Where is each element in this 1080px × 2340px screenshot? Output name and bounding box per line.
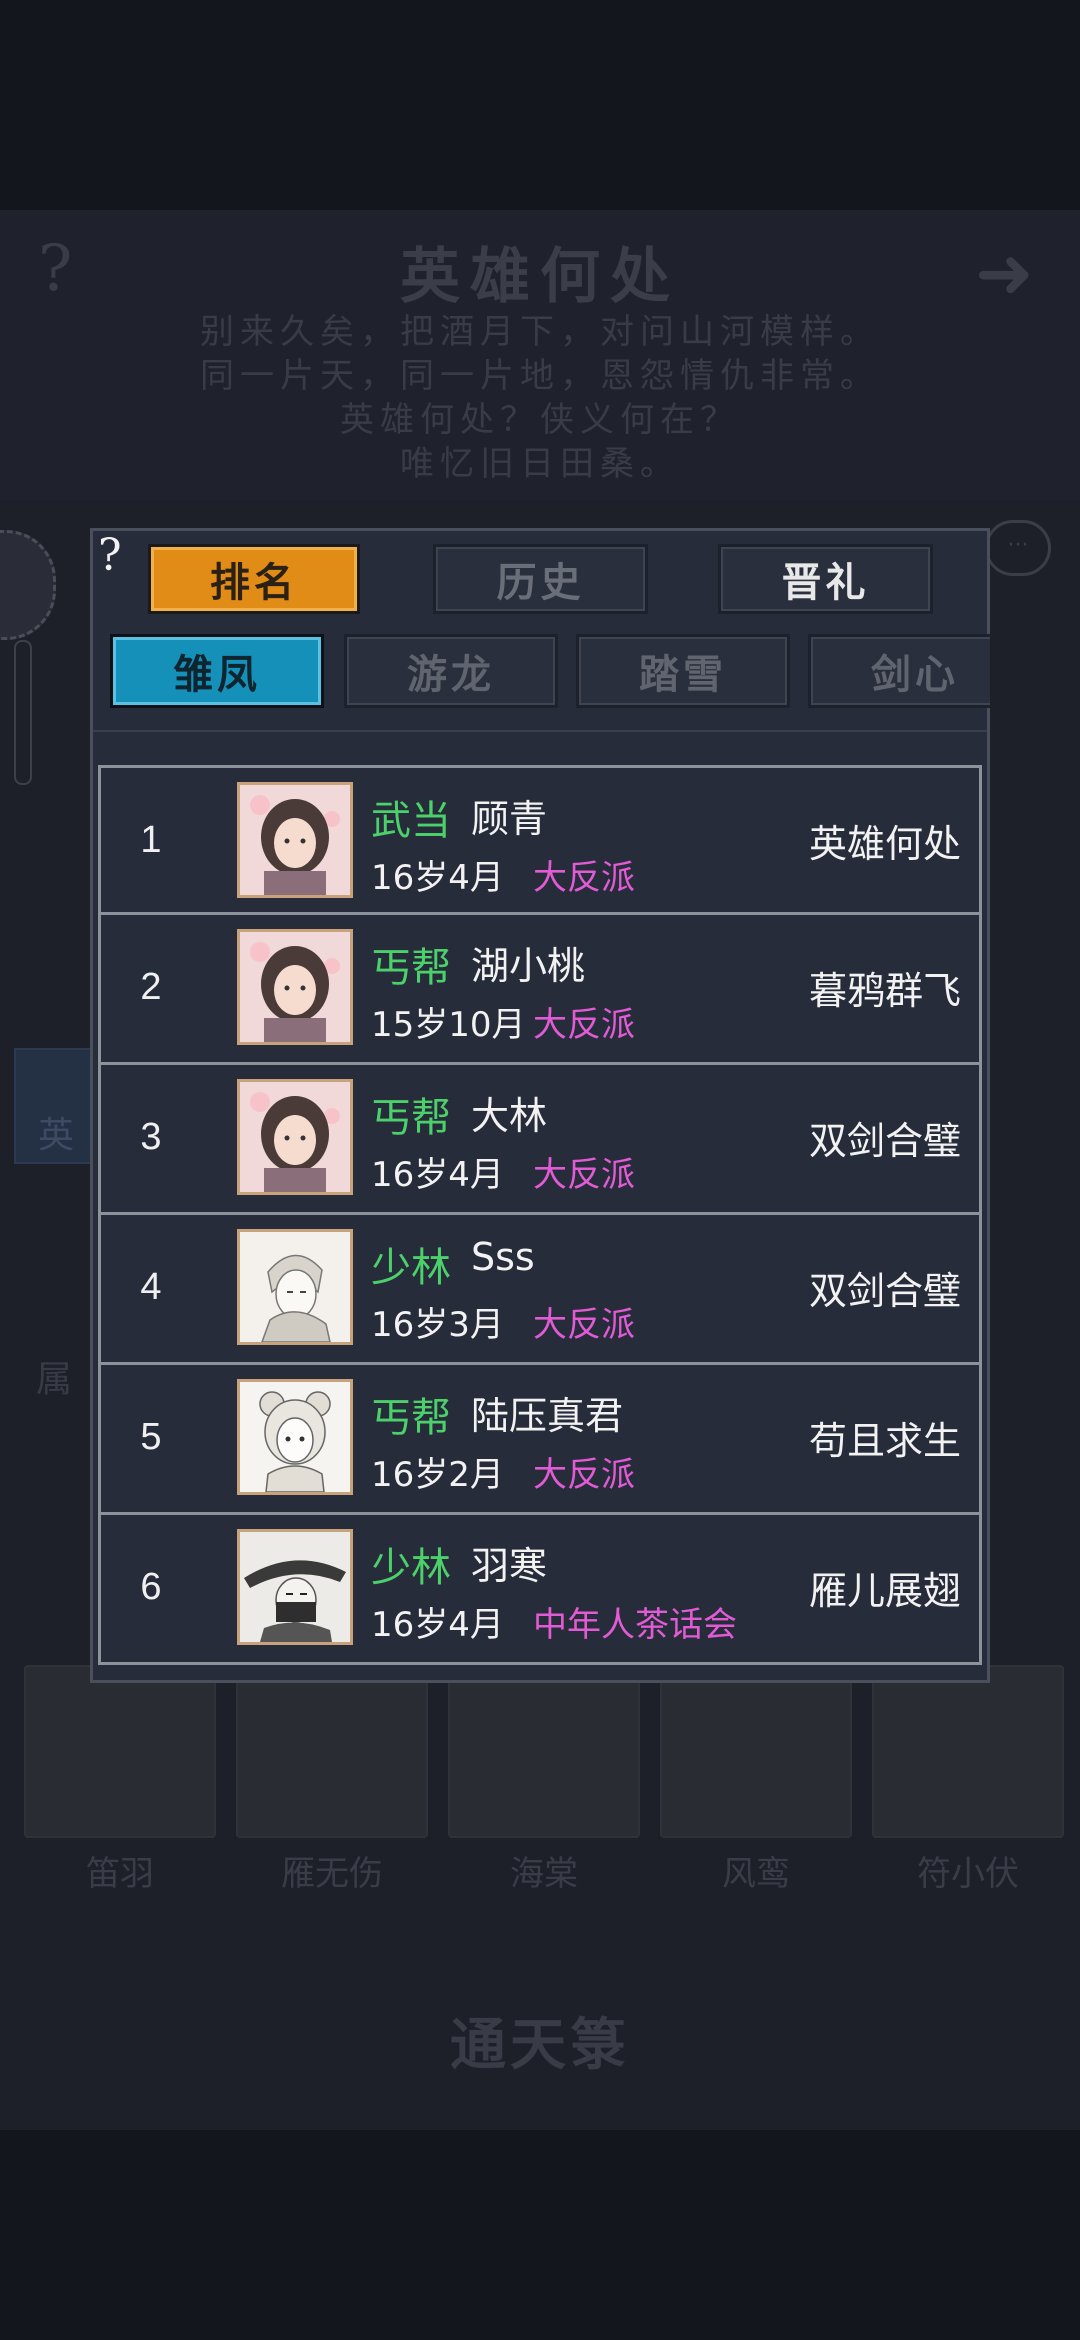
poem-line: 别来久矣，把酒月下，对问山河模样。 (200, 312, 880, 352)
ranking-row[interactable]: 1 武当 顾青 16岁4月 大反派 英雄何处 (98, 765, 982, 915)
player-name: 羽寒 (471, 1544, 548, 1588)
player-age: 16岁4月 (371, 1155, 504, 1195)
sub-tab-4[interactable]: 剑心 (808, 634, 990, 708)
main-tabs: 排名 历史 晋礼 (148, 544, 948, 614)
rank-number: 6 (140, 1565, 162, 1608)
side-scrollbar (14, 640, 32, 785)
player-title: 暮鸦群飞 (808, 968, 961, 1013)
player-age: 16岁4月 (371, 1605, 504, 1645)
sect-label: 丐帮 (371, 945, 451, 991)
bottom-title: 通天箓 (450, 2012, 630, 2078)
ranking-row[interactable]: 2 丐帮 湖小桃 15岁10月 大反派 暮鸦群飞 (98, 915, 982, 1065)
poem-line: 唯忆旧日田桑。 (400, 444, 680, 484)
bottom-bar (0, 2130, 1080, 2340)
chat-bubble-icon: ··· (985, 520, 1051, 576)
faction-label: 大反派 (533, 858, 635, 898)
player-name: 大林 (471, 1094, 548, 1138)
poem-line: 同一片天，同一片地，恩怨情仇非常。 (200, 356, 880, 396)
sect-label: 少林 (371, 1245, 451, 1291)
faction-label: 中年人茶话会 (533, 1605, 737, 1645)
ranking-row[interactable]: 3 丐帮 大林 16岁4月 大反派 双剑合璧 (98, 1065, 982, 1215)
faction-label: 大反派 (533, 1155, 635, 1195)
rank-number: 2 (140, 965, 162, 1008)
sect-label: 少林 (371, 1545, 451, 1591)
hero-card: 海棠 (448, 1665, 640, 1895)
tab-ceremony[interactable]: 晋礼 (718, 544, 933, 614)
divider (93, 730, 987, 732)
sect-label: 丐帮 (371, 1395, 451, 1441)
hero-name: 笛羽 (86, 1854, 154, 1894)
player-title: 苟且求生 (808, 1418, 961, 1463)
sub-tabs: 雏凤 游龙 踏雪 剑心 (110, 634, 990, 710)
player-title: 双剑合璧 (808, 1268, 961, 1313)
hero-name: 风鸾 (722, 1854, 790, 1894)
faction-label: 大反派 (533, 1305, 635, 1345)
player-name: 陆压真君 (471, 1394, 624, 1438)
hero-portrait (660, 1665, 852, 1838)
side-attribute-label: 属 (36, 1359, 73, 1400)
player-name: 湖小桃 (471, 944, 586, 988)
player-name: 顾青 (471, 797, 548, 841)
top-bar (0, 0, 1080, 210)
male-sketch-portrait-icon (237, 1229, 353, 1345)
hero-card: 笛羽 (24, 1665, 216, 1895)
rank-number: 3 (140, 1115, 162, 1158)
masked-hat-portrait-icon (237, 1529, 353, 1645)
poem-line: 英雄何处？侠义何在？ (340, 400, 740, 440)
rank-number: 4 (140, 1265, 162, 1308)
female-portrait-icon (237, 929, 353, 1045)
rank-number: 1 (140, 818, 162, 861)
page-title: 英雄何处 (400, 242, 680, 312)
sect-label: 丐帮 (371, 1095, 451, 1141)
rank-number: 5 (140, 1415, 162, 1458)
help-icon[interactable]: ? (98, 530, 138, 581)
ranking-row[interactable]: 6 少林 羽寒 16岁4月 中年人茶话会 雁儿展翅 (98, 1515, 982, 1665)
ranking-row[interactable]: 5 丐帮 陆压真君 16岁2月 大反派 苟且求生 (98, 1365, 982, 1515)
poem: 别来久矣，把酒月下，对问山河模样。 同一片天，同一片地，恩怨情仇非常。 英雄何处… (0, 310, 1080, 486)
player-title: 雁儿展翅 (808, 1568, 961, 1613)
faction-label: 大反派 (533, 1455, 635, 1495)
hero-portrait (24, 1665, 216, 1838)
player-title: 双剑合璧 (808, 1118, 961, 1163)
sub-tab-3[interactable]: 踏雪 (576, 634, 790, 708)
player-age: 16岁3月 (371, 1305, 504, 1345)
tab-rank[interactable]: 排名 (148, 544, 360, 614)
female-portrait-icon (237, 782, 353, 898)
sub-tab-1[interactable]: 雏凤 (110, 634, 324, 708)
hero-portrait (236, 1665, 428, 1838)
hero-card: 风鸾 (660, 1665, 852, 1895)
player-name: Sss (471, 1235, 535, 1279)
hero-portrait (872, 1665, 1064, 1838)
sub-tab-2[interactable]: 游龙 (344, 634, 558, 708)
hero-card: 雁无伤 (236, 1665, 428, 1895)
player-age: 16岁4月 (371, 858, 504, 898)
player-age: 16岁2月 (371, 1455, 504, 1495)
hero-name: 符小伏 (917, 1854, 1019, 1894)
player-age: 15岁10月 (371, 1005, 526, 1045)
tab-history[interactable]: 历史 (433, 544, 648, 614)
hero-strip: 笛羽 雁无伤 海棠 风鸾 符小伏 (24, 1665, 1064, 1895)
hero-portrait (448, 1665, 640, 1838)
ranking-row[interactable]: 4 少林 Sss 16岁3月 大反派 双剑合璧 (98, 1215, 982, 1365)
player-title: 英雄何处 (808, 821, 961, 866)
faction-label: 大反派 (533, 1005, 635, 1045)
hero-card: 符小伏 (872, 1665, 1064, 1895)
girl-sketch-portrait-icon (237, 1379, 353, 1495)
female-portrait-icon (237, 1079, 353, 1195)
ranking-list: 1 武当 顾青 16岁4月 大反派 英雄何处 2 丐帮 湖小桃 15岁10月 大… (98, 765, 982, 1665)
hero-name: 雁无伤 (281, 1854, 383, 1894)
hero-name: 海棠 (510, 1854, 578, 1894)
sect-label: 武当 (371, 798, 451, 844)
